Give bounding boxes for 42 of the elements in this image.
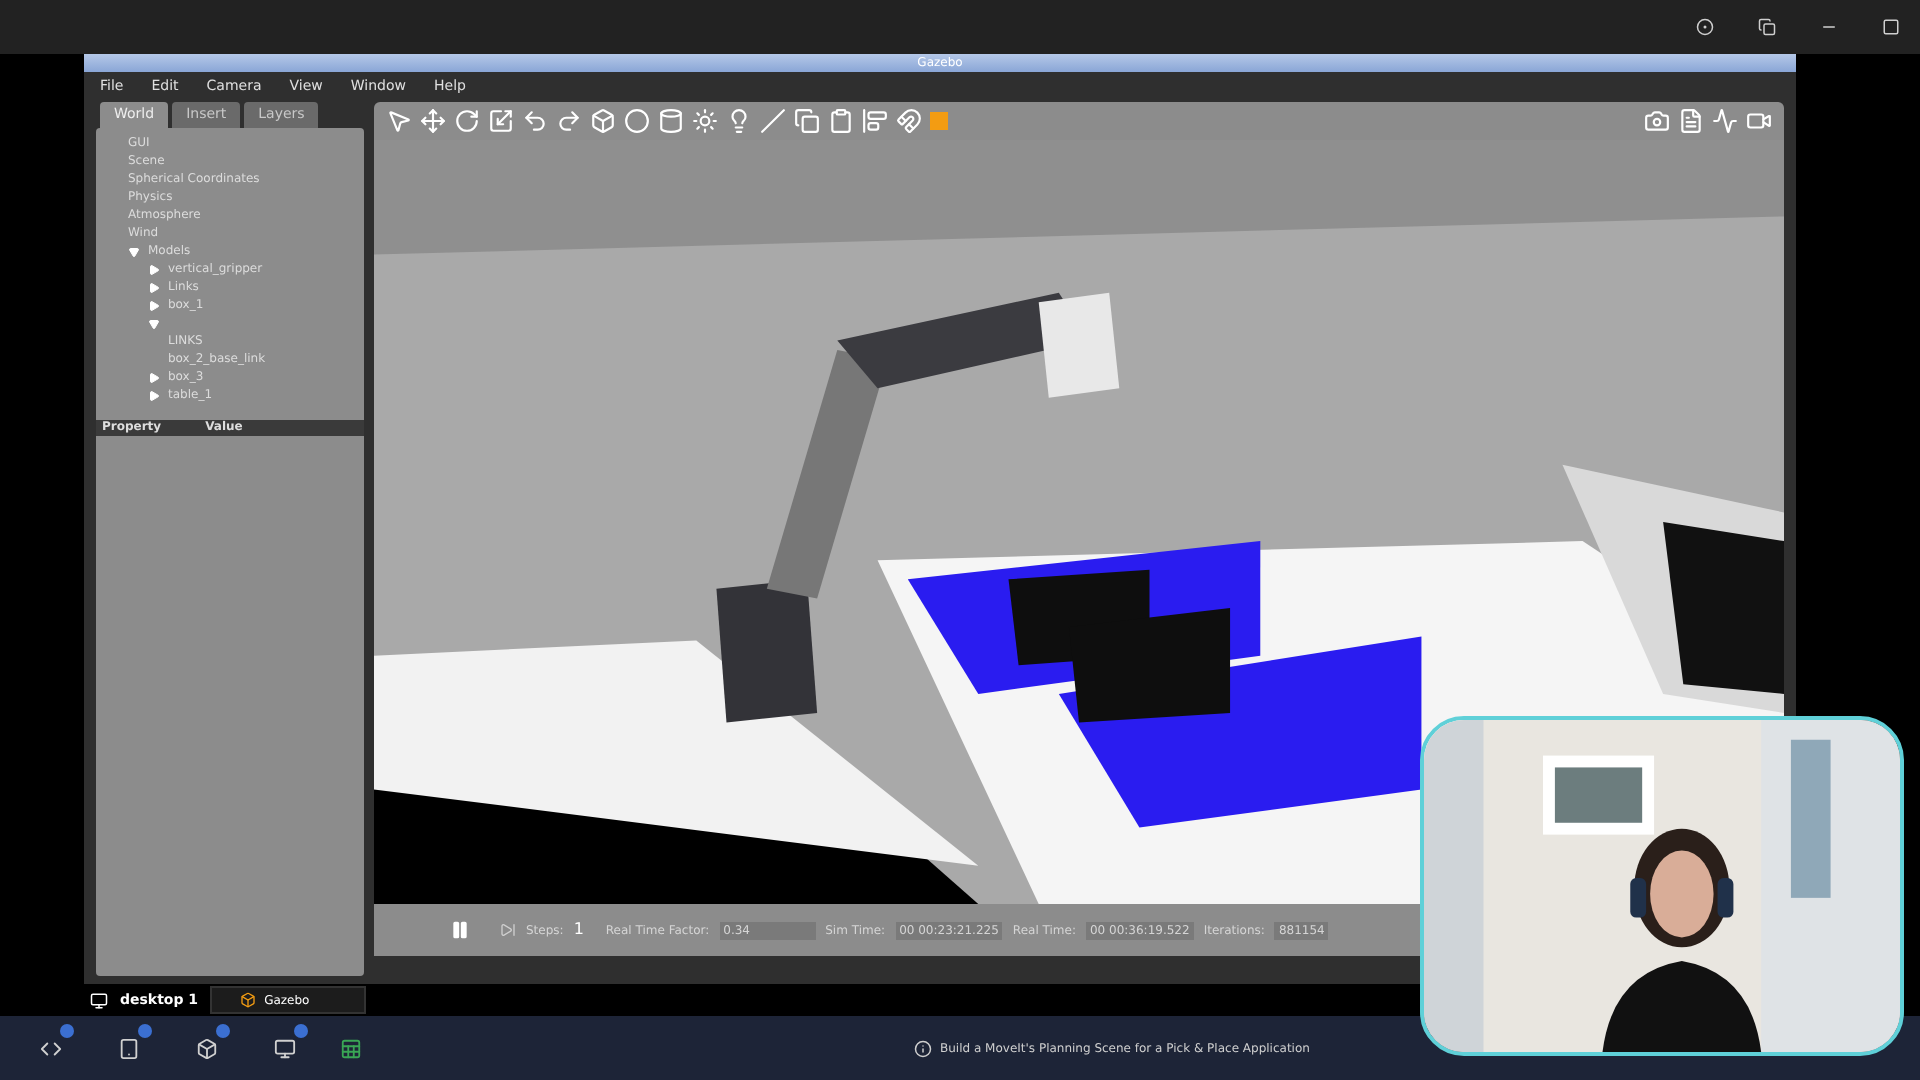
sun-icon[interactable] [692, 108, 718, 134]
camera-icon[interactable] [1644, 108, 1670, 134]
collapse-arrow-icon[interactable] [148, 317, 160, 329]
record-icon[interactable] [1696, 18, 1714, 36]
expand-arrow-icon[interactable] [148, 263, 160, 275]
video-icon[interactable] [1746, 108, 1772, 134]
scale-icon[interactable] [488, 108, 514, 134]
expand-arrow-icon[interactable] [148, 371, 160, 383]
move-icon[interactable] [420, 108, 446, 134]
expand-arrow-icon[interactable] [148, 281, 160, 293]
step-icon[interactable] [500, 922, 516, 938]
info-icon [914, 1039, 932, 1057]
sphere-icon[interactable] [624, 108, 650, 134]
lines-icon[interactable] [760, 108, 786, 134]
light-icon[interactable] [726, 108, 752, 134]
copy-icon[interactable] [794, 108, 820, 134]
document-icon[interactable] [1678, 108, 1704, 134]
collapse-arrow-icon[interactable] [128, 245, 140, 257]
redo-icon[interactable] [556, 108, 582, 134]
undo-icon[interactable] [522, 108, 548, 134]
desktop-icon [90, 991, 108, 1009]
align-icon[interactable] [862, 108, 888, 134]
maximize-icon[interactable] [1882, 18, 1900, 36]
steps-value[interactable]: 1 [573, 918, 584, 942]
plot-icon[interactable] [1712, 108, 1738, 134]
paste-icon[interactable] [828, 108, 854, 134]
code-icon[interactable] [40, 1037, 62, 1059]
rotate-icon[interactable] [454, 108, 480, 134]
magnet-icon[interactable] [896, 108, 922, 134]
windows-icon[interactable] [1758, 18, 1776, 36]
pause-icon[interactable] [450, 920, 470, 940]
monitor-icon[interactable] [274, 1037, 296, 1059]
select-icon[interactable] [386, 108, 412, 134]
cylinder-icon[interactable] [658, 108, 684, 134]
gazebo-icon [240, 992, 257, 1008]
color-icon[interactable] [930, 112, 948, 130]
sheet-icon[interactable] [340, 1037, 362, 1059]
expand-arrow-icon[interactable] [148, 389, 160, 401]
expand-arrow-icon[interactable] [148, 299, 160, 311]
box-icon[interactable] [590, 108, 616, 134]
cube-icon[interactable] [196, 1037, 218, 1059]
tablet-icon[interactable] [118, 1037, 140, 1059]
